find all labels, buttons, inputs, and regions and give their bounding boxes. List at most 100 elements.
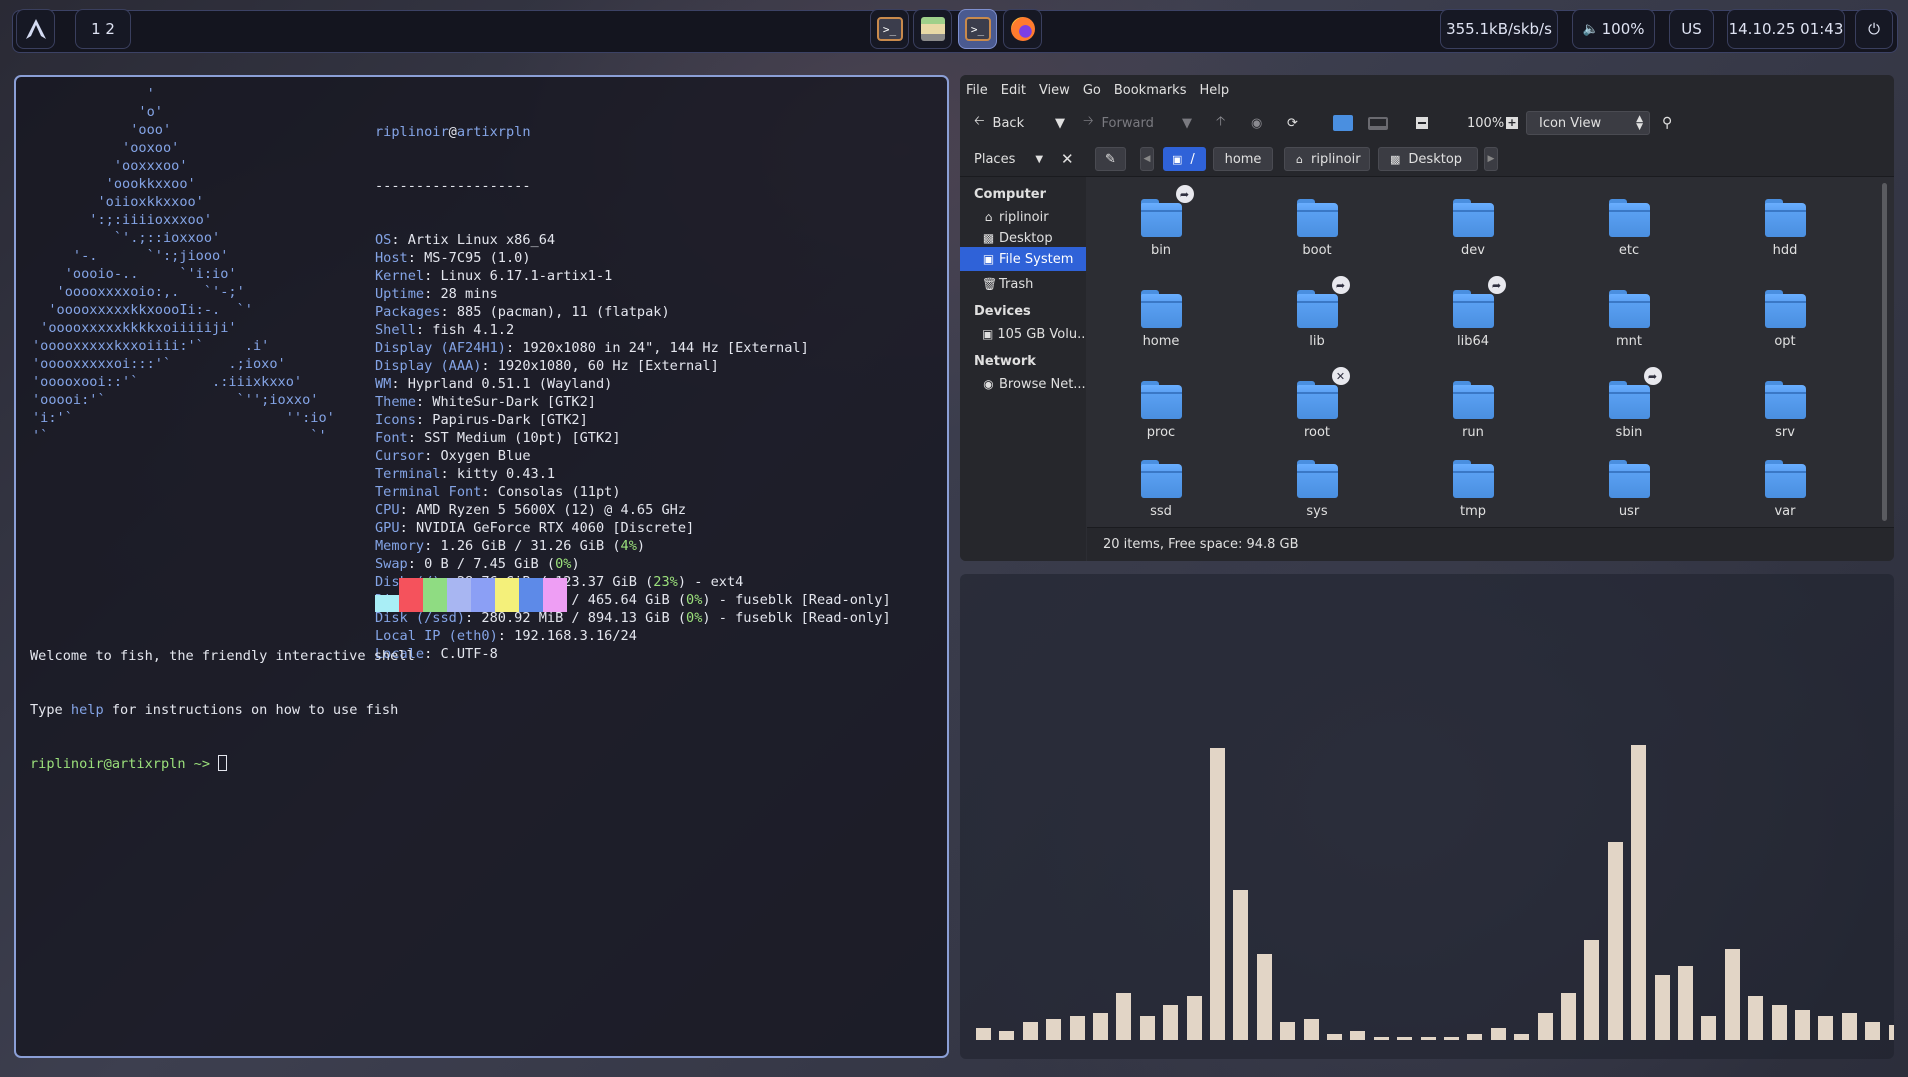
info-line: Terminal Font: Consolas (11pt) [375,484,621,500]
forward-history-dropdown[interactable]: ▼ [1182,111,1192,135]
visualizer-bar [1093,1013,1108,1040]
shell-prompt[interactable]: riplinoir@artixrpln ~> [30,755,415,773]
artix-logo-icon[interactable] [16,9,55,49]
desktop-icon: ▩ [1390,152,1401,166]
terminal-app-icon[interactable]: >_ [870,9,909,49]
folder-lib64[interactable]: ➦ lib64 [1423,276,1523,349]
hostname: artixrpln [456,124,531,140]
sidebar-item-browse-network[interactable]: ◉ Browse Net... [960,372,1086,396]
folder-boot[interactable]: boot [1267,199,1367,258]
sidebar-item-volume[interactable]: ▣ 105 GB Volu... [960,322,1086,346]
network-speed[interactable]: 355.1kB/skb/s [1440,9,1558,49]
kitty-terminal-icon[interactable]: >_ [958,9,997,49]
folder-srv[interactable]: srv [1735,381,1835,440]
visualizer-bar [1607,842,1623,1040]
zoom-out-button[interactable] [1416,111,1428,135]
crumb-scroll-right[interactable]: ▶ [1484,147,1498,171]
menu-file[interactable]: File [966,83,988,98]
folder-home[interactable]: home [1111,290,1211,349]
folder-label: sys [1306,504,1328,519]
up-arrow-icon[interactable]: 🡡 [1216,111,1225,135]
folder-icon [1140,381,1182,419]
folder-bin[interactable]: ➦ bin [1111,185,1211,258]
crumb-home[interactable]: home [1213,147,1273,171]
folder-mnt[interactable]: mnt [1579,290,1679,349]
folder-var[interactable]: var [1735,460,1835,519]
visualizer-bar [1046,1019,1062,1040]
visualizer-bar [1678,966,1693,1040]
zoom-in-button[interactable]: + [1506,111,1518,135]
folder-label: boot [1302,243,1332,258]
folder-icon: ➦ [1140,185,1194,237]
terminal-window[interactable]: ' 'o' 'ooo' 'ooxoo' 'ooxxxoo' 'oookkxxoo… [14,75,949,1058]
visualizer-bar [1514,1034,1530,1040]
archive-manager-icon[interactable] [913,9,952,49]
folder-root[interactable]: ✕ root [1267,367,1367,440]
reload-icon[interactable]: ⟳ [1287,111,1298,135]
menu-help[interactable]: Help [1199,83,1229,98]
back-history-dropdown[interactable]: ▼ [1055,111,1065,135]
folder-icon: ✕ [1296,367,1350,419]
crumb-scroll-left[interactable]: ◀ [1140,147,1154,171]
file-manager-window[interactable]: File Edit View Go Bookmarks Help 🡠 Back ▼ 🡢 For… [960,75,1894,561]
folder-sys[interactable]: sys [1267,460,1367,519]
clock[interactable]: 14.10.25 01:43 [1727,9,1845,49]
menu-edit[interactable]: Edit [1001,83,1026,98]
view-mode-select[interactable]: Icon View ▲ ▼ [1526,111,1650,135]
crumb-riplinoir[interactable]: ⌂ riplinoir [1284,147,1370,171]
visualizer-bar [1537,1013,1553,1040]
folder-ssd[interactable]: ssd [1111,460,1211,519]
workspace-indicator[interactable]: 1 2 [75,9,131,49]
firefox-icon[interactable] [1003,9,1042,49]
computer-icon[interactable] [1368,111,1388,135]
stop-icon[interactable]: ◉ [1251,111,1262,135]
menu-view[interactable]: View [1039,83,1070,98]
volume-widget[interactable]: 🔈 100% [1572,9,1655,49]
folder-etc[interactable]: etc [1579,199,1679,258]
keyboard-layout[interactable]: US [1669,9,1714,49]
info-line: Shell: fish 4.1.2 [375,322,515,338]
folder-run[interactable]: run [1423,381,1523,440]
folder-lib[interactable]: ➦ lib [1267,276,1367,349]
close-sidebar-icon[interactable]: ✕ [1061,147,1074,171]
visualizer-bar [1139,1016,1155,1040]
folder-label: lib64 [1456,334,1490,349]
folder-sbin[interactable]: ➦ sbin [1579,367,1679,440]
sidebar-item-trash[interactable]: 🗑 Trash [960,272,1086,296]
crumb-root[interactable]: ▣ / [1163,147,1206,171]
menu-bookmarks[interactable]: Bookmarks [1114,83,1187,98]
visualizer-bar [1467,1034,1483,1040]
folder-hdd[interactable]: hdd [1735,199,1835,258]
visualizer-bar [1701,1016,1717,1040]
power-button[interactable]: ⏻ [1855,9,1893,49]
info-line: Uptime: 28 mins [375,286,498,302]
sidebar-section-network: Network [974,354,1036,369]
forward-button[interactable]: 🡢 Forward [1083,111,1154,135]
folder-opt[interactable]: opt [1735,290,1835,349]
folder-label: home [1142,334,1180,349]
color-swatch [471,578,495,612]
back-button[interactable]: 🡠 Back [974,111,1024,135]
folder-dev[interactable]: dev [1423,199,1523,258]
color-swatch [519,578,543,612]
visualizer-bar [1771,1005,1787,1040]
folder-proc[interactable]: proc [1111,381,1211,440]
visualizer-bar [976,1028,991,1040]
vertical-scrollbar[interactable] [1882,183,1887,521]
home-folder-icon[interactable] [1333,111,1353,135]
symlink-emblem-icon: ➦ [1175,185,1194,203]
menu-go[interactable]: Go [1083,83,1101,98]
folder-icon [1764,199,1806,237]
crumb-desktop[interactable]: ▩ Desktop [1378,147,1478,171]
info-line: Swap: 0 B / 7.45 GiB (0%) [375,556,580,572]
folder-icon [1608,460,1650,498]
edit-location-button[interactable]: ✎ [1095,147,1126,171]
folder-icon [1608,199,1650,237]
search-icon[interactable]: ⚲ [1662,111,1672,135]
folder-usr[interactable]: usr [1579,460,1679,519]
folder-tmp[interactable]: tmp [1423,460,1523,519]
places-selector[interactable]: Places ▼ [974,147,1043,171]
info-line: OS: Artix Linux x86_64 [375,232,556,248]
sidebar-item-file-system[interactable]: ▣ File System [960,247,1086,271]
info-line: GPU: NVIDIA GeForce RTX 4060 [Discrete] [375,520,695,536]
